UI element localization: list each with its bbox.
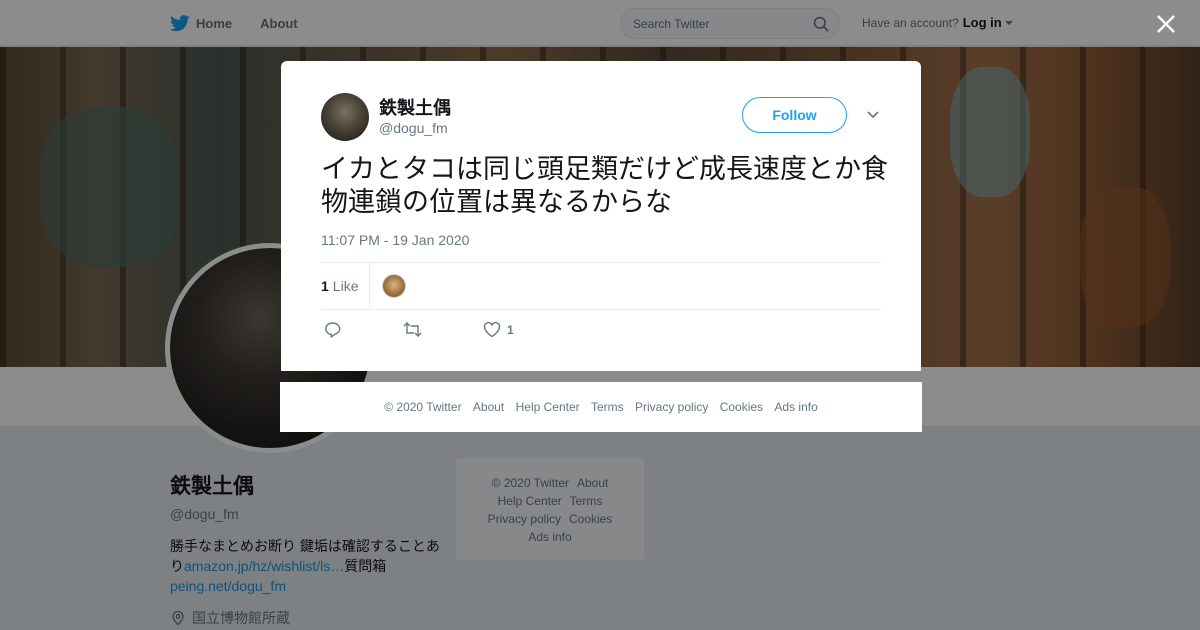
like-button[interactable]: 1 bbox=[483, 321, 514, 338]
liker-avatar[interactable] bbox=[382, 274, 406, 298]
reply-icon bbox=[325, 322, 341, 338]
tweet-author-avatar[interactable] bbox=[321, 93, 369, 141]
tweet-actions: 1 bbox=[321, 321, 621, 341]
close-icon[interactable] bbox=[1155, 13, 1177, 35]
retweet-icon bbox=[403, 322, 422, 337]
footer-cookies[interactable]: Cookies bbox=[720, 400, 763, 414]
modal-footer: © 2020 Twitter About Help Center Terms P… bbox=[280, 382, 922, 432]
tweet-author-handle[interactable]: @dogu_fm bbox=[379, 120, 448, 136]
stats-divider bbox=[369, 263, 370, 310]
tweet-stats: 1 Like bbox=[321, 262, 881, 310]
chevron-down-icon[interactable] bbox=[866, 110, 880, 120]
likes-label: Like bbox=[332, 278, 359, 294]
follow-button[interactable]: Follow bbox=[742, 97, 847, 133]
tweet-text: イカとタコは同じ頭足類だけど成長速度とか食物連鎖の位置は異なるからな bbox=[321, 154, 888, 218]
retweet-button[interactable] bbox=[403, 321, 422, 338]
footer-terms[interactable]: Terms bbox=[591, 400, 624, 414]
footer-ads[interactable]: Ads info bbox=[774, 400, 817, 414]
footer-copyright: © 2020 Twitter bbox=[384, 400, 462, 414]
tweet-author-name[interactable]: 鉄製土偶 bbox=[379, 94, 451, 120]
likes-stat[interactable]: 1 Like bbox=[321, 278, 358, 294]
footer-help[interactable]: Help Center bbox=[516, 400, 580, 414]
tweet-timestamp[interactable]: 11:07 PM - 19 Jan 2020 bbox=[321, 232, 469, 248]
reply-button[interactable] bbox=[324, 321, 341, 338]
tweet-modal: 鉄製土偶 @dogu_fm Follow イカとタコは同じ頭足類だけど成長速度と… bbox=[281, 61, 921, 371]
footer-about[interactable]: About bbox=[473, 400, 504, 414]
heart-icon bbox=[483, 321, 501, 338]
footer-privacy[interactable]: Privacy policy bbox=[635, 400, 708, 414]
like-action-count: 1 bbox=[507, 322, 514, 337]
likes-count: 1 bbox=[321, 278, 329, 294]
